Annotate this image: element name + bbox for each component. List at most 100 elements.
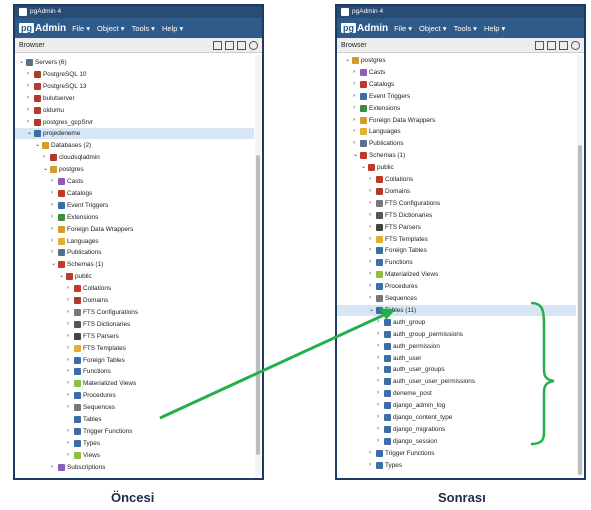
- expand-toggle-icon[interactable]: ›: [377, 400, 379, 411]
- tree-item[interactable]: › bulutserver: [15, 93, 254, 104]
- expand-toggle-icon[interactable]: ›: [369, 245, 371, 256]
- tree-item[interactable]: › Domains: [337, 186, 576, 197]
- tree-item[interactable]: ⌄ public: [15, 271, 254, 282]
- expand-toggle-icon[interactable]: ›: [51, 247, 53, 258]
- expand-toggle-icon[interactable]: ›: [51, 236, 53, 247]
- tree-item[interactable]: › Trigger Functions: [15, 426, 254, 437]
- tree-item[interactable]: › cloudsqladmin: [15, 152, 254, 163]
- tree-item[interactable]: › Casts: [337, 67, 576, 78]
- tree-item[interactable]: › PostgreSQL 10: [15, 69, 254, 80]
- tree-item[interactable]: › Languages: [15, 236, 254, 247]
- tree-item[interactable]: › Event Triggers: [337, 91, 576, 102]
- tree-item[interactable]: › auth_group: [337, 317, 576, 328]
- expand-toggle-icon[interactable]: ›: [377, 388, 379, 399]
- tree-item[interactable]: › FTS Configurations: [15, 307, 254, 318]
- tree-item[interactable]: › Publications: [15, 247, 254, 258]
- expand-toggle-icon[interactable]: ›: [377, 364, 379, 375]
- scrollbar[interactable]: [577, 55, 583, 476]
- tree-item[interactable]: › Catalogs: [15, 188, 254, 199]
- tree-item[interactable]: › FTS Configurations: [337, 198, 576, 209]
- expand-toggle-icon[interactable]: ›: [67, 366, 69, 377]
- expand-toggle-icon[interactable]: ›: [67, 378, 69, 389]
- view-data-icon[interactable]: [225, 40, 234, 50]
- expand-toggle-icon[interactable]: ›: [369, 269, 371, 280]
- tree-item[interactable]: ⌄ public: [337, 162, 576, 173]
- menu-help[interactable]: Help ▾: [484, 24, 505, 33]
- tree-item[interactable]: › FTS Templates: [337, 234, 576, 245]
- tree-item[interactable]: ⌄ Tables (11): [337, 304, 576, 316]
- search-icon[interactable]: [249, 40, 258, 50]
- tree-item[interactable]: › postgres_gcpSrvr: [15, 117, 254, 128]
- tree-item[interactable]: › auth_user: [337, 353, 576, 364]
- collapse-toggle-icon[interactable]: ⌄: [353, 150, 358, 161]
- tree-item[interactable]: › Sequences: [337, 293, 576, 304]
- expand-toggle-icon[interactable]: ›: [27, 117, 29, 128]
- menu-object[interactable]: Object ▾: [97, 24, 125, 33]
- expand-toggle-icon[interactable]: ›: [369, 293, 371, 304]
- expand-toggle-icon[interactable]: ›: [353, 91, 355, 102]
- tree-item[interactable]: › FTS Parsers: [15, 331, 254, 342]
- tree-item[interactable]: ⌄ Schemas (1): [337, 150, 576, 161]
- tree-item[interactable]: › Collations: [337, 174, 576, 185]
- tree-item[interactable]: › Domains: [15, 295, 254, 306]
- expand-toggle-icon[interactable]: ›: [377, 376, 379, 387]
- tree-item[interactable]: › auth_user_groups: [337, 364, 576, 375]
- tree-item[interactable]: ⌄ postgres: [15, 164, 254, 175]
- collapse-toggle-icon[interactable]: ⌄: [43, 164, 48, 175]
- expand-toggle-icon[interactable]: ›: [377, 424, 379, 435]
- expand-toggle-icon[interactable]: ›: [67, 307, 69, 318]
- expand-toggle-icon[interactable]: ›: [51, 462, 53, 473]
- menu-tools[interactable]: Tools ▾: [454, 24, 477, 33]
- scrollbar-thumb[interactable]: [578, 145, 582, 475]
- expand-toggle-icon[interactable]: ›: [369, 222, 371, 233]
- expand-toggle-icon[interactable]: ›: [377, 412, 379, 423]
- query-tool-icon[interactable]: [213, 40, 222, 50]
- tree-item[interactable]: › Procedures: [15, 390, 254, 401]
- expand-toggle-icon[interactable]: ›: [51, 224, 53, 235]
- expand-toggle-icon[interactable]: ›: [51, 200, 53, 211]
- expand-toggle-icon[interactable]: ›: [353, 115, 355, 126]
- expand-toggle-icon[interactable]: ›: [377, 341, 379, 352]
- tree-item[interactable]: › Functions: [337, 257, 576, 268]
- menu-tools[interactable]: Tools ▾: [132, 24, 155, 33]
- expand-toggle-icon[interactable]: ›: [369, 257, 371, 268]
- menu-object[interactable]: Object ▾: [419, 24, 447, 33]
- tree-item[interactable]: › Catalogs: [337, 79, 576, 90]
- tree-item[interactable]: ⌄ projedeneme: [15, 128, 254, 140]
- tree-item[interactable]: › Materialized Views: [15, 378, 254, 389]
- search-icon[interactable]: [571, 40, 580, 50]
- collapse-toggle-icon[interactable]: ⌄: [59, 271, 64, 282]
- filter-icon[interactable]: [237, 40, 246, 50]
- tree-item[interactable]: › auth_user_user_permissions: [337, 376, 576, 387]
- expand-toggle-icon[interactable]: ›: [51, 176, 53, 187]
- tree-item[interactable]: › Trigger Functions: [337, 448, 576, 459]
- expand-toggle-icon[interactable]: ›: [377, 329, 379, 340]
- expand-toggle-icon[interactable]: ›: [51, 212, 53, 223]
- tree-item[interactable]: ⌄ Schemas (1): [15, 259, 254, 270]
- expand-toggle-icon[interactable]: ›: [369, 198, 371, 209]
- tree-item[interactable]: › Procedures: [337, 281, 576, 292]
- expand-toggle-icon[interactable]: ›: [67, 450, 69, 461]
- tree-item[interactable]: › Subscriptions: [15, 462, 254, 473]
- scrollbar-thumb[interactable]: [256, 155, 260, 455]
- expand-toggle-icon[interactable]: ›: [67, 438, 69, 449]
- expand-toggle-icon[interactable]: ›: [67, 426, 69, 437]
- tree-item[interactable]: › Extensions: [337, 103, 576, 114]
- expand-toggle-icon[interactable]: ›: [51, 188, 53, 199]
- expand-toggle-icon[interactable]: ›: [67, 355, 69, 366]
- tree-item[interactable]: › Publications: [337, 138, 576, 149]
- tree-item[interactable]: › PostgreSQL 13: [15, 81, 254, 92]
- collapse-toggle-icon[interactable]: ⌄: [19, 57, 24, 68]
- expand-toggle-icon[interactable]: ›: [353, 67, 355, 78]
- expand-toggle-icon[interactable]: ›: [27, 81, 29, 92]
- tree-item[interactable]: › django_session: [337, 436, 576, 447]
- query-tool-icon[interactable]: [535, 40, 544, 50]
- tree-item[interactable]: ⌄ postgres: [337, 55, 576, 66]
- tree-item[interactable]: › FTS Dictionaries: [337, 210, 576, 221]
- tree-item[interactable]: › Foreign Tables: [337, 245, 576, 256]
- collapse-toggle-icon[interactable]: ⌄: [361, 162, 366, 173]
- tree-item[interactable]: › Functions: [15, 366, 254, 377]
- expand-toggle-icon[interactable]: ›: [67, 390, 69, 401]
- view-data-icon[interactable]: [547, 40, 556, 50]
- expand-toggle-icon[interactable]: ›: [377, 436, 379, 447]
